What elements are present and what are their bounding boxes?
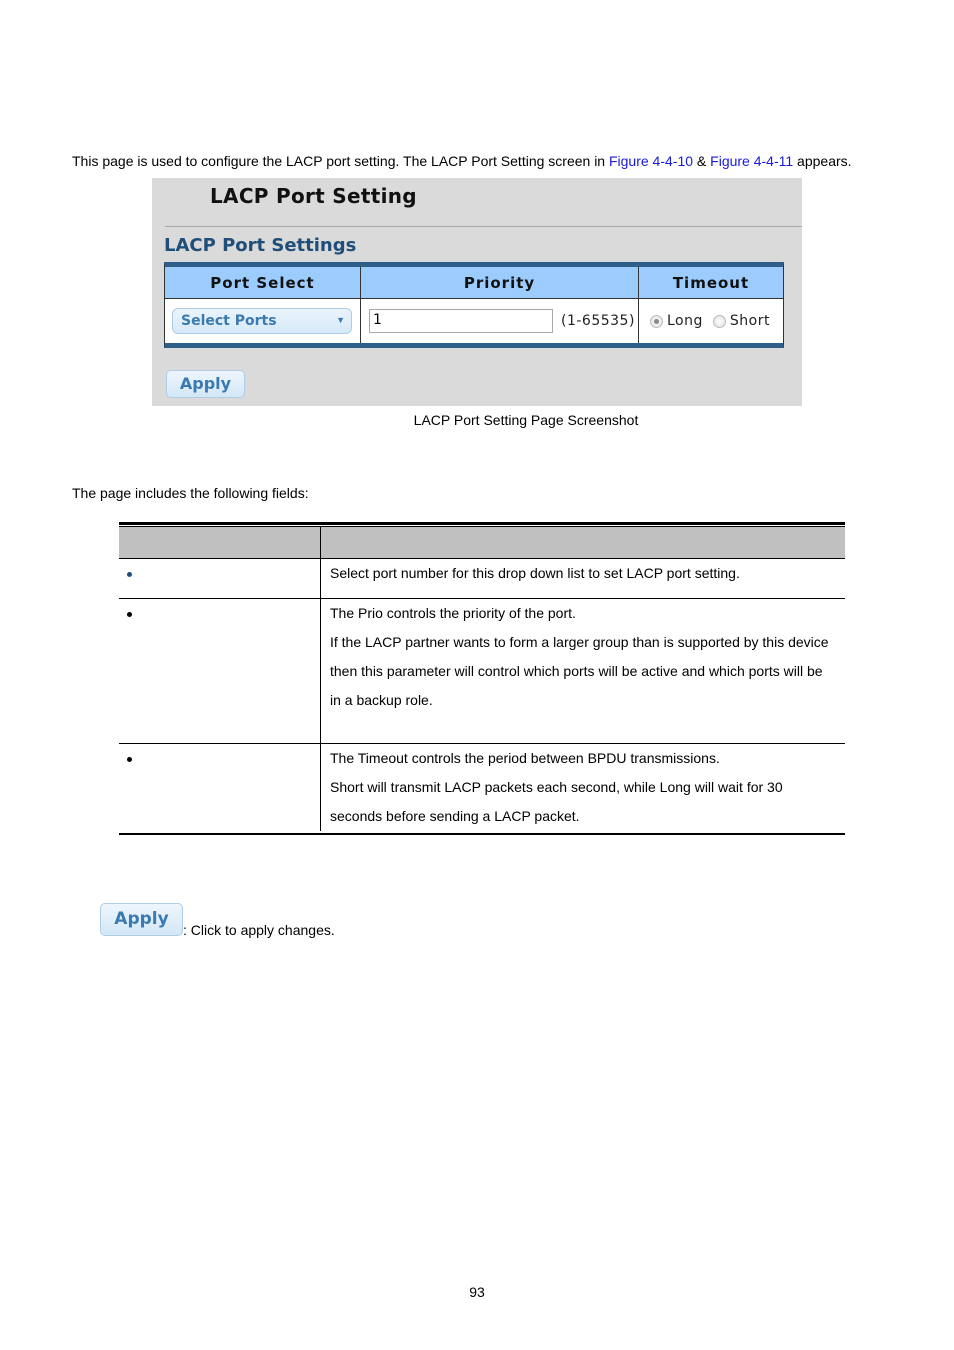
timeout-long-radio[interactable] (650, 314, 663, 328)
intro-tail: appears. (793, 153, 852, 169)
bullet-icon (127, 757, 132, 762)
object-cell (119, 743, 321, 831)
priority-cell: 1 (1-65535) (360, 298, 639, 343)
description-line: in a backup role. (330, 692, 433, 708)
object-cell (119, 598, 321, 744)
object-column-header (119, 526, 321, 559)
port-select-cell: Select Ports ▼ (165, 298, 361, 343)
description-line: The Prio controls the priority of the po… (330, 605, 576, 621)
lacp-settings-table: Port Select Priority Timeout Select Port… (164, 262, 784, 348)
table-header-row: Port Select Priority Timeout (165, 267, 783, 299)
intro-and: & (693, 153, 711, 169)
divider (165, 226, 802, 227)
timeout-long-label: Long (667, 313, 703, 329)
column-header-port-select: Port Select (165, 267, 361, 299)
description-line: The Timeout controls the period between … (330, 750, 720, 766)
description-line: Short will transmit LACP packets each se… (330, 779, 783, 795)
column-header-priority: Priority (360, 267, 639, 299)
timeout-short-label: Short (729, 313, 770, 329)
table-row: Select port number for this drop down li… (119, 558, 845, 599)
object-cell (119, 558, 321, 599)
timeout-short-radio[interactable] (712, 314, 726, 328)
lacp-screenshot-panel: LACP Port Setting LACP Port Settings Por… (152, 178, 802, 406)
fields-intro: The page includes the following fields: (72, 485, 309, 501)
table-bottom-rule (119, 833, 845, 835)
description-cell: Select port number for this drop down li… (320, 558, 845, 599)
table-row: The Timeout controls the period between … (119, 743, 845, 831)
description-cell: The Timeout controls the period between … (320, 743, 845, 831)
bullet-icon (127, 572, 132, 577)
apply-button-illustration[interactable]: Apply (100, 903, 183, 936)
apply-button-description: : Click to apply changes. (183, 922, 335, 938)
column-header-timeout: Timeout (638, 267, 783, 299)
priority-range-hint: (1-65535) (561, 313, 635, 329)
port-select-value: Select Ports (181, 313, 277, 329)
table-row: The Prio controls the priority of the po… (119, 598, 845, 744)
page-title: LACP Port Setting (210, 184, 417, 208)
chevron-down-icon: ▼ (336, 315, 345, 325)
description-line: Select port number for this drop down li… (330, 565, 740, 581)
figure-link-2[interactable]: Figure 4-4-11 (710, 153, 793, 169)
port-select-dropdown[interactable]: Select Ports ▼ (172, 308, 352, 334)
timeout-cell: Long Short (639, 299, 784, 344)
intro-text: This page is used to configure the LACP … (72, 153, 609, 169)
intro-paragraph: This page is used to configure the LACP … (72, 153, 852, 169)
apply-button[interactable]: Apply (166, 370, 245, 398)
table-row: Select Ports ▼ 1 (1-65535) Long Short (165, 298, 784, 344)
priority-input[interactable]: 1 (369, 309, 553, 333)
figure-link-1[interactable]: Figure 4-4-10 (609, 153, 693, 169)
description-column-header (320, 526, 845, 559)
description-line: If the LACP partner wants to form a larg… (330, 634, 829, 650)
fields-description-table: Select port number for this drop down li… (119, 522, 845, 835)
description-line: seconds before sending a LACP packet. (330, 808, 580, 824)
bullet-icon (127, 612, 132, 617)
page-number: 93 (469, 1284, 485, 1300)
description-line: then this parameter will control which p… (330, 663, 823, 679)
figure-caption: LACP Port Setting Page Screenshot (413, 412, 639, 428)
section-title: LACP Port Settings (164, 235, 357, 256)
description-cell: The Prio controls the priority of the po… (320, 598, 845, 744)
table-header-row (119, 526, 845, 559)
table-top-rule (119, 522, 845, 525)
